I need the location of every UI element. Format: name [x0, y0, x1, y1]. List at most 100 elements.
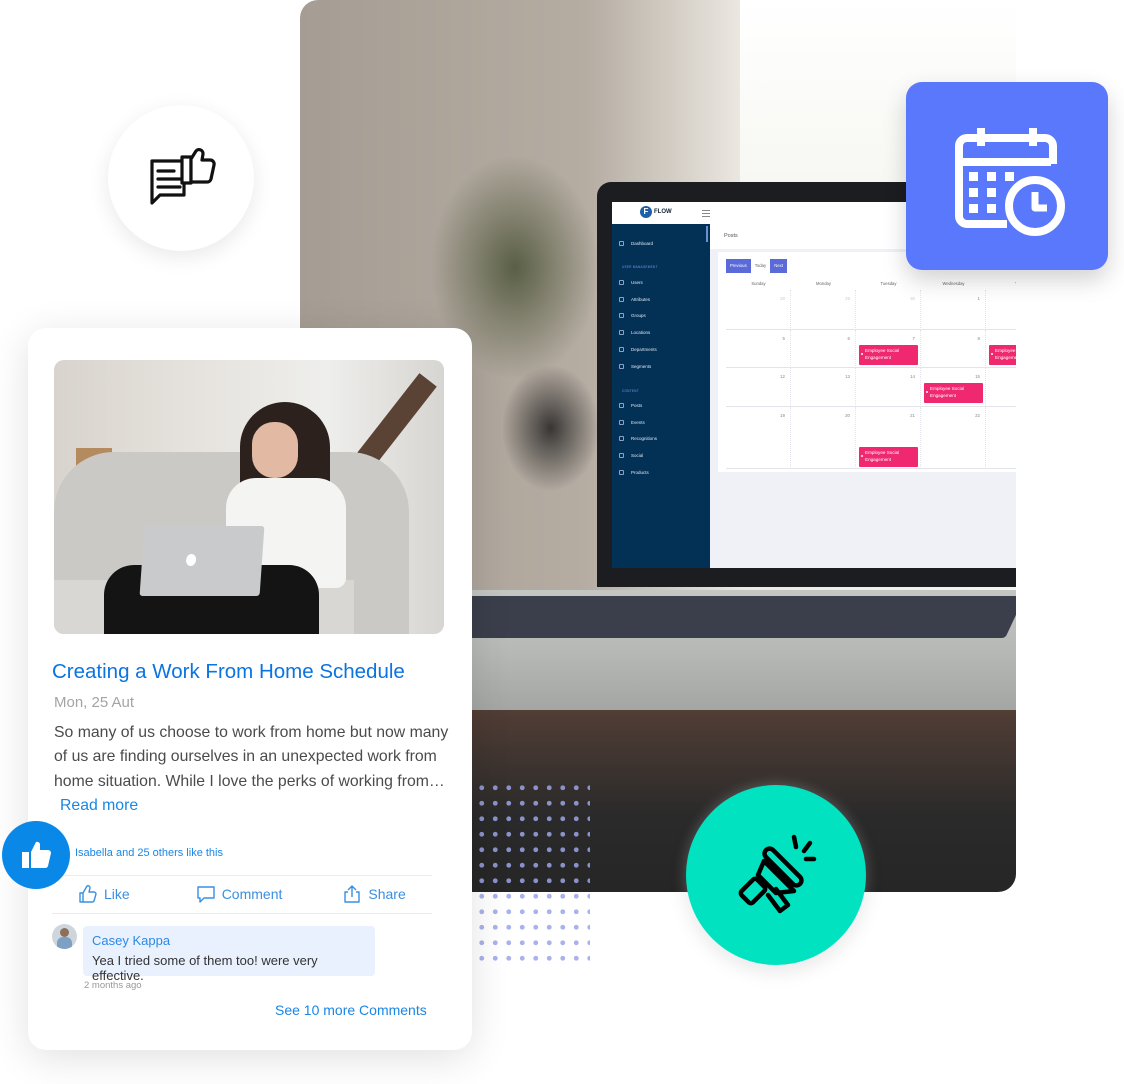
day-header: Monday [816, 281, 831, 286]
sidebar-item-recognitions[interactable]: Recognitions [619, 436, 657, 441]
post-image[interactable] [54, 360, 444, 634]
day-number: 7 [912, 336, 915, 341]
thumbs-up-icon [79, 885, 97, 903]
see-more-comments-link[interactable]: See 10 more Comments [275, 1002, 427, 1018]
logo-mark: F [640, 206, 652, 218]
calendar-day-cell[interactable]: 14 [856, 368, 921, 407]
sidebar-item-users[interactable]: Users [619, 280, 643, 285]
sidebar-item-products[interactable]: Products [619, 470, 649, 475]
comment-text: Yea I tried some of them too! were very … [92, 953, 318, 983]
likes-summary[interactable]: Isabella and 25 others like this [75, 847, 223, 859]
day-number: 12 [780, 374, 785, 379]
calendar-day-cell[interactable]: 20 [791, 407, 856, 469]
day-header: Sunday [751, 281, 766, 286]
post-excerpt: So many of us choose to work from home b… [54, 721, 449, 818]
day-number: 22 [975, 413, 980, 418]
calendar: Previous Today Next Sunday Monday Tuesday W… [718, 252, 1016, 472]
calendar-day-cell[interactable]: 13 [791, 368, 856, 407]
post-card: Creating a Work From Home Schedule Mon, … [28, 328, 472, 1050]
day-number: 29 [845, 296, 850, 301]
post-date: Mon, 25 Aut [54, 694, 135, 711]
day-number: 21 [910, 413, 915, 418]
megaphone-icon [738, 834, 817, 914]
comment-author[interactable]: Casey Kappa [92, 933, 366, 948]
day-number: 28 [780, 296, 785, 301]
calendar-nav: Previous Today Next [726, 259, 788, 273]
calendar-day-cell[interactable] [986, 290, 1016, 330]
next-button[interactable]: Next [770, 259, 788, 273]
calendar-day-cell[interactable] [986, 407, 1016, 469]
share-icon [344, 885, 361, 903]
day-number: 19 [780, 413, 785, 418]
comment-bubble: Casey Kappa Yea I tried some of them too… [83, 926, 375, 983]
comment-timestamp: 2 months ago [84, 980, 142, 991]
calendar-day-cell[interactable]: 1 [921, 290, 986, 330]
comment-icon [196, 886, 215, 903]
divider [52, 875, 432, 876]
comment-button[interactable]: Comment [196, 884, 282, 904]
day-number: 1 [977, 296, 980, 301]
previous-button[interactable]: Previous [726, 259, 751, 273]
calendar-event[interactable]: Employee Social Engagement [859, 345, 918, 365]
flow-logo[interactable]: F FLOW [640, 206, 672, 218]
calendar-day-cell[interactable]: 22 [921, 407, 986, 469]
calendar-day-cell[interactable]: 8 [921, 330, 986, 368]
menu-toggle-icon[interactable] [702, 210, 710, 219]
day-number: 15 [975, 374, 980, 379]
trophy-icon [619, 436, 624, 441]
calendar-event[interactable]: Employee Social Engagement [859, 447, 918, 467]
day-number: 14 [910, 374, 915, 379]
sidebar-item-departments[interactable]: Departments [619, 347, 657, 352]
post-actions: Like Comment Share [52, 884, 432, 904]
day-number: 6 [847, 336, 850, 341]
sidebar-item-social[interactable]: Social [619, 453, 643, 458]
sidebar-item-attributes[interactable]: Attributes [619, 297, 650, 302]
photo-face [252, 422, 298, 478]
segments-icon [619, 364, 624, 369]
day-number: 20 [845, 413, 850, 418]
day-number: 5 [782, 336, 785, 341]
calendar-event[interactable]: Employee Social Engagement [989, 345, 1016, 365]
review-badge [108, 105, 254, 251]
day-number: 8 [977, 336, 980, 341]
sidebar-item-posts[interactable]: Posts [619, 403, 642, 408]
sidebar-item-groups[interactable]: Groups [619, 313, 646, 318]
calendar-day-cell[interactable]: 12 [726, 368, 791, 407]
like-button[interactable]: Like [78, 884, 130, 904]
sidebar-item-segments[interactable]: Segments [619, 364, 651, 369]
sidebar-item-locations[interactable]: Locations [619, 330, 650, 335]
products-icon [619, 470, 624, 475]
calendar-day-cell[interactable]: 29 [791, 290, 856, 330]
divider [52, 913, 432, 914]
thumbs-up-icon [22, 841, 51, 869]
calendar-day-cell[interactable]: 5 [726, 330, 791, 368]
day-header: Wednesday [942, 281, 965, 286]
commenter-avatar[interactable] [52, 924, 77, 949]
departments-icon [619, 347, 624, 352]
share-button[interactable]: Share [342, 884, 406, 904]
day-header: Tuesday [880, 281, 897, 286]
calendar-day-cell[interactable] [986, 368, 1016, 407]
laptop-keyboard [445, 596, 1016, 638]
sidebar: Dashboard USER MANAGEMENT Users Attribut… [612, 224, 710, 568]
calendar-day-cell[interactable]: 28 [726, 290, 791, 330]
calendar-day-cell[interactable]: 30 [856, 290, 921, 330]
page-title: Posts [724, 233, 738, 239]
day-header: Thu [986, 281, 1016, 286]
calendar-day-cell[interactable]: 19 [726, 407, 791, 469]
calendar-day-cell[interactable]: 6 [791, 330, 856, 368]
sidebar-item-dashboard[interactable]: Dashboard [619, 241, 653, 246]
day-number: 30 [910, 296, 915, 301]
read-more-link[interactable]: Read more [60, 797, 138, 814]
calendar-event[interactable]: Employee Social Engagement [924, 383, 983, 403]
post-title[interactable]: Creating a Work From Home Schedule [52, 660, 405, 684]
calendar-schedule-badge [906, 82, 1108, 270]
attributes-icon [619, 297, 624, 302]
sidebar-item-events[interactable]: Events [619, 420, 645, 425]
today-button[interactable]: Today [750, 259, 771, 273]
dashboard-icon [619, 241, 624, 246]
sidebar-scrollbar[interactable] [706, 226, 708, 242]
social-icon [619, 453, 624, 458]
groups-icon [619, 313, 624, 318]
calendar-clock-icon [955, 128, 1065, 236]
